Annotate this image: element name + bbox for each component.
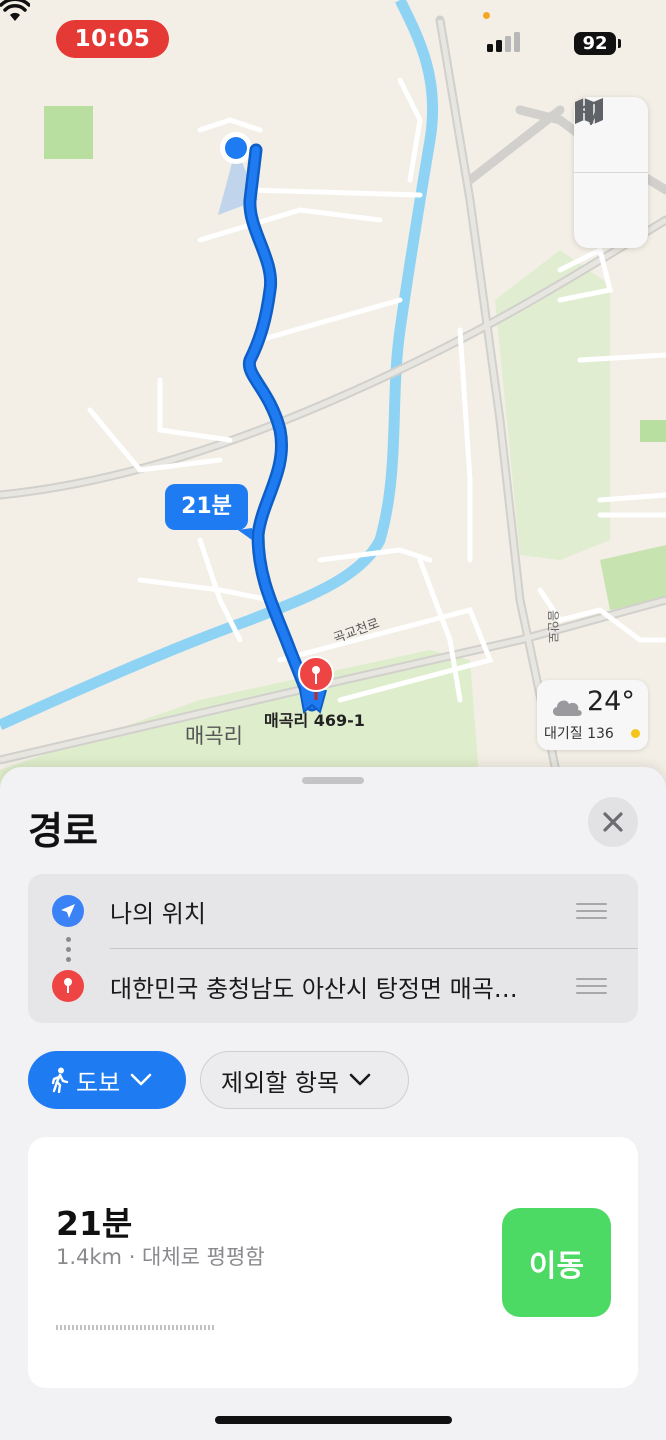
route-option-card[interactable]: 21분 1.4km · 대체로 평평함 이동 xyxy=(28,1137,638,1388)
chevron-down-icon xyxy=(130,1073,152,1086)
map-view[interactable]: 21분 곡교천로 음안로 매곡리 469-1 매곡리 24° 대기질 136 1… xyxy=(0,0,666,790)
park-area xyxy=(44,106,93,159)
battery-cap xyxy=(618,39,621,48)
cellular-signal-icon xyxy=(487,32,520,52)
waypoint-destination[interactable]: 대한민국 충청남도 아산시 탕정면 매곡… xyxy=(28,949,638,1023)
route-time-bubble[interactable]: 21분 xyxy=(165,484,248,530)
track-location-button[interactable] xyxy=(574,98,648,248)
go-button[interactable]: 이동 xyxy=(502,1208,611,1317)
walking-icon xyxy=(51,1067,69,1093)
route-duration: 21분 xyxy=(56,1204,133,1243)
battery-icon: 92 xyxy=(574,32,616,55)
chevron-down-icon xyxy=(349,1073,371,1086)
avoid-options-button[interactable]: 제외할 항목 xyxy=(200,1051,409,1109)
pin-icon xyxy=(52,970,84,1002)
close-button[interactable] xyxy=(588,797,638,847)
road-label: 음안로 xyxy=(546,609,561,644)
area-label: 매곡리 xyxy=(185,724,243,748)
user-location-dot xyxy=(225,137,247,159)
avoid-options-label: 제외할 항목 xyxy=(221,1068,340,1097)
map-canvas[interactable] xyxy=(0,0,666,790)
air-quality: 대기질 136 xyxy=(544,726,614,742)
transport-mode-label: 도보 xyxy=(76,1068,121,1097)
drag-handle-icon[interactable] xyxy=(576,903,607,924)
waypoint-origin[interactable]: 나의 위치 xyxy=(28,874,638,948)
close-icon xyxy=(603,812,623,832)
privacy-indicator xyxy=(483,12,490,19)
elevation-graph xyxy=(56,1325,214,1330)
destination-label[interactable]: 매곡리 469-1 xyxy=(264,707,365,731)
route-details: 1.4km · 대체로 평평함 xyxy=(56,1245,265,1269)
aqi-indicator xyxy=(631,729,640,738)
waypoint-list: 나의 위치 대한민국 충청남도 아산시 탕정면 매곡… xyxy=(28,874,638,1023)
home-indicator[interactable] xyxy=(215,1416,452,1424)
sheet-title: 경로 xyxy=(28,809,98,853)
status-time: 10:05 xyxy=(56,20,169,58)
temperature: 24° xyxy=(587,686,635,717)
park-area xyxy=(640,420,666,442)
sheet-grabber[interactable] xyxy=(302,777,364,784)
wifi-icon xyxy=(0,0,30,21)
map-controls xyxy=(574,97,648,248)
weather-widget[interactable]: 24° 대기질 136 xyxy=(537,680,648,750)
location-arrow-icon xyxy=(52,895,84,927)
route-bubble-pointer xyxy=(238,528,252,540)
waypoint-label: 나의 위치 xyxy=(110,900,206,928)
waypoint-label: 대한민국 충청남도 아산시 탕정면 매곡… xyxy=(110,975,518,1003)
transport-mode-button[interactable]: 도보 xyxy=(28,1051,186,1109)
directions-sheet: 경로 나의 위치 대한민국 충청남도 아산시 탕정면 매곡… 도보 제외할 항목… xyxy=(0,767,666,1440)
cloud-icon xyxy=(552,700,582,716)
drag-handle-icon[interactable] xyxy=(576,978,607,999)
location-arrow-icon xyxy=(575,98,603,126)
